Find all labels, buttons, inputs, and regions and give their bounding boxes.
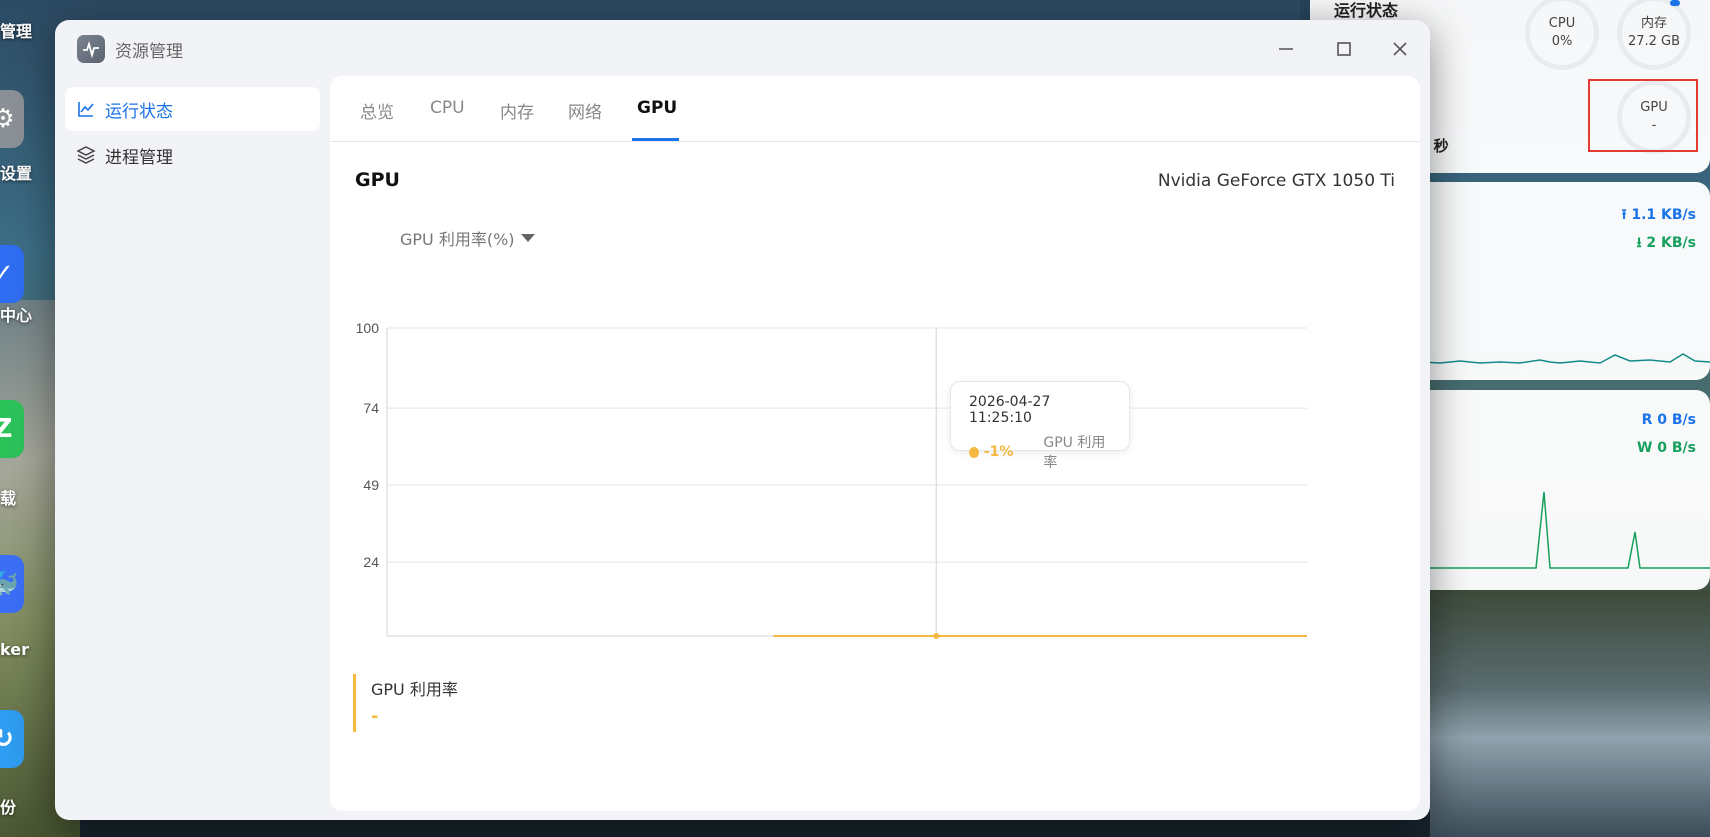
disk-sparkline: [1400, 491, 1710, 569]
backup-app-icon[interactable]: ↻: [0, 710, 24, 768]
tab-network[interactable]: 网络: [568, 98, 602, 123]
minimize-button[interactable]: [1273, 36, 1299, 62]
metric-selector-label: GPU 利用率(%): [400, 230, 515, 249]
hover-point: [933, 633, 940, 639]
window-titlebar[interactable]: 资源管理: [55, 20, 1430, 78]
memory-ring-label: 内存: [1640, 16, 1667, 32]
tab-bar: 总览 CPU 内存 网络 GPU: [330, 76, 1420, 142]
chart-tooltip: 2026-04-27 11:25:10 -1% GPU 利用率: [950, 381, 1130, 471]
highlight-box: [1588, 79, 1698, 152]
tooltip-row: -1% GPU 利用率: [969, 432, 1111, 472]
settings-app-icon[interactable]: ⚙: [0, 90, 24, 148]
app-center-icon[interactable]: ✓: [0, 245, 24, 303]
memory-ring-value: 27.2 GB: [1627, 34, 1681, 49]
line-chart-icon: [75, 98, 97, 120]
sidebar-item-label: 进程管理: [105, 147, 173, 168]
layers-icon: [75, 144, 97, 166]
disk-widget[interactable]: R 0 B/s W 0 B/s: [1400, 390, 1710, 590]
resource-monitor-icon: [77, 35, 105, 63]
tab-cpu[interactable]: CPU: [430, 98, 465, 118]
legend-series-name: GPU 利用率: [371, 680, 458, 699]
upload-arrow-icon: ⭱: [1621, 207, 1627, 223]
y-tick-label: 74: [363, 400, 379, 416]
cpu-ring-label: CPU: [1548, 16, 1576, 32]
desktop-wallpaper-right: [1430, 590, 1710, 837]
tooltip-value: -1%: [983, 444, 1014, 460]
chart-legend: GPU 利用率 -: [353, 674, 458, 732]
resource-manager-window: 资源管理 运行状态 进程管理 总览 CPU 内存 网络 GPU GPU Nvid…: [55, 20, 1430, 820]
desktop-label-backup[interactable]: 份: [0, 794, 16, 818]
network-sparkline: [1400, 353, 1710, 365]
disk-read-rate: R 0 B/s: [1641, 412, 1696, 428]
main-content: 总览 CPU 内存 网络 GPU GPU Nvidia GeForce GTX …: [330, 76, 1420, 811]
metric-selector[interactable]: GPU 利用率(%): [400, 226, 535, 250]
network-upload-rate: 1.1 KB/s: [1631, 207, 1696, 223]
sidebar-item-label: 运行状态: [105, 101, 173, 122]
caret-down-icon: [520, 234, 535, 242]
desktop-label-download[interactable]: 载: [0, 485, 16, 509]
legend-series-value: -: [371, 706, 379, 727]
tooltip-time: 2026-04-27 11:25:10: [969, 394, 1051, 426]
series-dot-icon: [969, 446, 979, 458]
gpu-utilization-chart[interactable]: 100 74 49 24: [330, 251, 1420, 681]
sidebar-item-running-status[interactable]: 运行状态: [65, 87, 320, 131]
gpu-model-name: Nvidia GeForce GTX 1050 Ti: [1157, 171, 1395, 191]
download-arrow-icon: ⭳: [1636, 235, 1642, 251]
network-download-row: ⭳ 2 KB/s: [1637, 232, 1696, 256]
cpu-ring-value: 0%: [1551, 34, 1573, 49]
gpu-section-title: GPU: [355, 169, 400, 191]
tab-gpu[interactable]: GPU: [637, 98, 677, 118]
tab-memory[interactable]: 内存: [500, 98, 534, 123]
network-widget[interactable]: ⭱ 1.1 KB/s ⭳ 2 KB/s: [1400, 182, 1710, 380]
y-tick-label: 24: [363, 554, 379, 570]
disk-write-rate: W 0 B/s: [1636, 440, 1696, 456]
y-tick-label: 100: [356, 320, 380, 336]
window-title: 资源管理: [115, 42, 183, 62]
scroll-indicator: [1670, 0, 1680, 6]
active-tab-indicator: [632, 138, 679, 141]
close-button[interactable]: [1387, 36, 1413, 62]
desktop-label-settings[interactable]: 设置: [0, 160, 32, 184]
status-widget-title: 运行状态: [1334, 1, 1399, 20]
network-download-rate: 2 KB/s: [1646, 235, 1696, 251]
download-app-icon[interactable]: Z: [0, 400, 24, 458]
maximize-button[interactable]: [1331, 36, 1357, 62]
docker-app-icon[interactable]: 🐳: [0, 555, 24, 613]
tab-overview[interactable]: 总览: [360, 98, 394, 123]
sidebar: 运行状态 进程管理: [65, 87, 320, 179]
desktop-label-docker[interactable]: ker: [0, 640, 29, 659]
tooltip-label: GPU 利用率: [1043, 435, 1106, 471]
network-upload-row: ⭱ 1.1 KB/s: [1622, 204, 1696, 228]
desktop-label-manage[interactable]: 管理: [0, 18, 32, 42]
sidebar-item-process-management[interactable]: 进程管理: [65, 133, 320, 177]
y-tick-label: 49: [363, 477, 379, 493]
desktop-label-center[interactable]: 中心: [0, 302, 32, 326]
